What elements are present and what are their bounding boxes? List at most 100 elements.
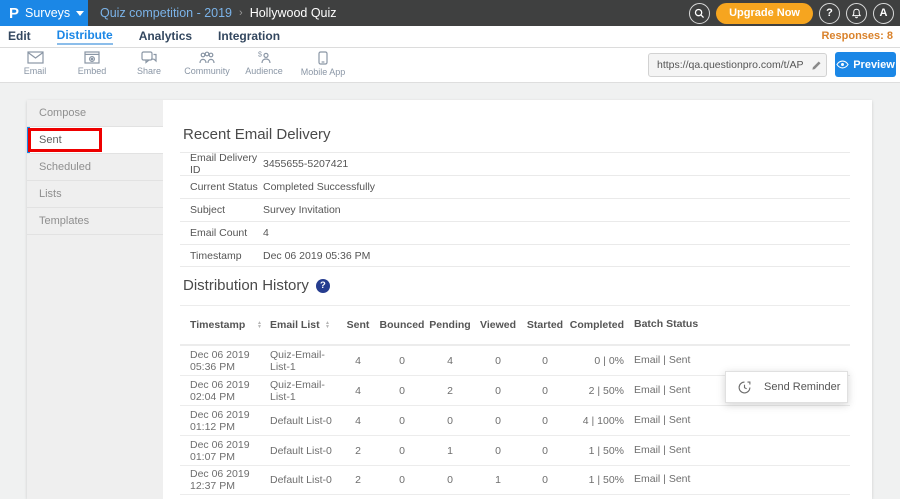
column-header-timestamp[interactable]: Timestamp ▲▼ bbox=[190, 319, 270, 331]
toolbar-item-share[interactable]: Share bbox=[120, 51, 178, 76]
cell-completed: 1 | 50% bbox=[568, 474, 624, 486]
survey-url-input[interactable] bbox=[649, 59, 806, 71]
row-actions-menu: Send Reminder bbox=[725, 371, 848, 403]
cell-batch-status: Email | Sent bbox=[624, 473, 840, 487]
preview-button-label: Preview bbox=[853, 59, 895, 71]
detail-value: 3455655-5207421 bbox=[260, 158, 348, 170]
preview-button[interactable]: Preview bbox=[835, 52, 896, 77]
cell-pending: 0 bbox=[426, 474, 474, 486]
toolbar-item-email[interactable]: Email bbox=[6, 51, 64, 76]
survey-nav-tabs: Edit Distribute Analytics Integration Re… bbox=[0, 26, 900, 48]
cell-email-list: Default List-0 bbox=[270, 474, 338, 486]
toolbar-item-audience[interactable]: $ Audience bbox=[235, 51, 293, 76]
cell-timestamp: Dec 06 2019 02:04 PM bbox=[190, 379, 270, 403]
toolbar-item-label: Share bbox=[137, 66, 161, 76]
sidebar-item-templates[interactable]: Templates bbox=[27, 208, 163, 235]
column-label: Timestamp bbox=[190, 319, 245, 331]
cell-bounced: 0 bbox=[378, 415, 426, 427]
sidebar-item-compose[interactable]: Compose bbox=[27, 100, 163, 127]
distribution-history-heading: Distribution History ? bbox=[183, 277, 330, 294]
sidebar-item-sent[interactable]: Sent bbox=[27, 127, 163, 154]
surveys-menu-label: Surveys bbox=[25, 6, 70, 20]
sidebar-item-lists[interactable]: Lists bbox=[27, 181, 163, 208]
toolbar-item-label: Email bbox=[24, 66, 47, 76]
cell-sent: 4 bbox=[338, 415, 378, 427]
detail-row: Email Count 4 bbox=[180, 221, 850, 244]
detail-label: Timestamp bbox=[180, 250, 260, 262]
notifications-button[interactable] bbox=[846, 3, 867, 24]
upgrade-now-button[interactable]: Upgrade Now bbox=[716, 3, 813, 24]
community-people-icon bbox=[198, 51, 216, 64]
toolbar-item-embed[interactable]: Embed bbox=[63, 51, 121, 76]
top-bar: P Surveys Quiz competition - 2019 › Holl… bbox=[0, 0, 900, 26]
column-header-viewed: Viewed bbox=[474, 319, 522, 331]
cell-email-list: Quiz-Email-List-1 bbox=[270, 379, 338, 403]
cell-sent: 4 bbox=[338, 385, 378, 397]
table-row: Dec 06 2019 01:07 PM Default List-0 2 0 … bbox=[180, 435, 850, 465]
column-header-started: Started bbox=[522, 319, 568, 331]
edit-url-button[interactable] bbox=[806, 60, 826, 71]
column-header-bounced: Bounced bbox=[378, 319, 426, 331]
cell-email-list: Default List-0 bbox=[270, 415, 338, 427]
share-bubbles-icon bbox=[141, 51, 157, 64]
sent-panel-card: Compose Sent Scheduled Lists Templates R… bbox=[27, 100, 872, 499]
cell-viewed: 0 bbox=[474, 385, 522, 397]
sidebar-item-scheduled[interactable]: Scheduled bbox=[27, 154, 163, 181]
detail-row: Current Status Completed Successfully bbox=[180, 175, 850, 198]
help-button[interactable]: ? bbox=[819, 3, 840, 24]
tab-analytics[interactable]: Analytics bbox=[139, 29, 192, 44]
cell-email-list: Default List-0 bbox=[270, 445, 338, 457]
toolbar-item-label: Mobile App bbox=[301, 67, 346, 77]
cell-timestamp: Dec 06 2019 01:12 PM bbox=[190, 409, 270, 433]
cell-started: 0 bbox=[522, 474, 568, 486]
cell-bounced: 0 bbox=[378, 385, 426, 397]
cell-bounced: 0 bbox=[378, 474, 426, 486]
toolbar-item-label: Audience bbox=[245, 66, 283, 76]
column-header-sent: Sent bbox=[338, 319, 378, 331]
column-header-batch-status: Batch Status bbox=[624, 318, 840, 332]
table-row: Dec 06 2019 01:12 PM Default List-0 4 0 … bbox=[180, 405, 850, 435]
mobile-phone-icon bbox=[318, 51, 328, 65]
column-header-completed: Completed bbox=[568, 319, 624, 331]
sidebar-item-label: Compose bbox=[39, 107, 86, 119]
detail-row: Email Delivery ID 3455655-5207421 bbox=[180, 152, 850, 175]
cell-pending: 0 bbox=[426, 415, 474, 427]
table-header-row: Timestamp ▲▼ Email List ▲▼ Sent Bounced … bbox=[180, 305, 850, 345]
eye-icon bbox=[836, 60, 849, 69]
breadcrumb-parent[interactable]: Quiz competition - 2019 bbox=[100, 6, 232, 20]
sidebar-item-label: Sent bbox=[39, 134, 62, 146]
tab-distribute[interactable]: Distribute bbox=[57, 28, 113, 45]
chevron-down-icon bbox=[76, 11, 84, 16]
cell-sent: 2 bbox=[338, 474, 378, 486]
cell-email-list: Quiz-Email-List-1 bbox=[270, 349, 338, 373]
reminder-clock-icon bbox=[738, 381, 751, 394]
embed-window-icon bbox=[84, 51, 100, 64]
cell-completed: 4 | 100% bbox=[568, 415, 624, 427]
bell-icon bbox=[851, 8, 862, 19]
responses-count[interactable]: Responses: 8 bbox=[821, 30, 893, 42]
toolbar-item-mobile-app[interactable]: Mobile App bbox=[294, 51, 352, 77]
cell-timestamp: Dec 06 2019 01:07 PM bbox=[190, 439, 270, 463]
detail-label: Current Status bbox=[180, 181, 260, 193]
column-header-pending: Pending bbox=[426, 319, 474, 331]
breadcrumb-current: Hollywood Quiz bbox=[250, 6, 337, 20]
sort-icon: ▲▼ bbox=[257, 321, 262, 329]
cell-started: 0 bbox=[522, 415, 568, 427]
search-button[interactable] bbox=[689, 3, 710, 24]
tab-edit[interactable]: Edit bbox=[8, 29, 31, 44]
menu-item-send-reminder[interactable]: Send Reminder bbox=[764, 381, 840, 393]
detail-label: Email Delivery ID bbox=[180, 152, 260, 176]
cell-completed: 1 | 50% bbox=[568, 445, 624, 457]
sidebar-item-label: Lists bbox=[39, 188, 62, 200]
column-header-email-list[interactable]: Email List ▲▼ bbox=[270, 319, 338, 331]
questionpro-logo-icon: P bbox=[9, 6, 19, 21]
distribute-sidebar: Compose Sent Scheduled Lists Templates bbox=[27, 100, 163, 499]
toolbar-item-community[interactable]: Community bbox=[178, 51, 236, 76]
surveys-menu[interactable]: P Surveys bbox=[0, 0, 88, 26]
toolbar-item-label: Embed bbox=[78, 66, 107, 76]
cell-batch-status: Email | Sent bbox=[624, 414, 840, 428]
user-avatar[interactable]: A bbox=[873, 3, 894, 24]
tab-integration[interactable]: Integration bbox=[218, 29, 280, 44]
help-icon[interactable]: ? bbox=[316, 279, 330, 293]
cell-batch-status: Email | Sent bbox=[624, 444, 840, 458]
